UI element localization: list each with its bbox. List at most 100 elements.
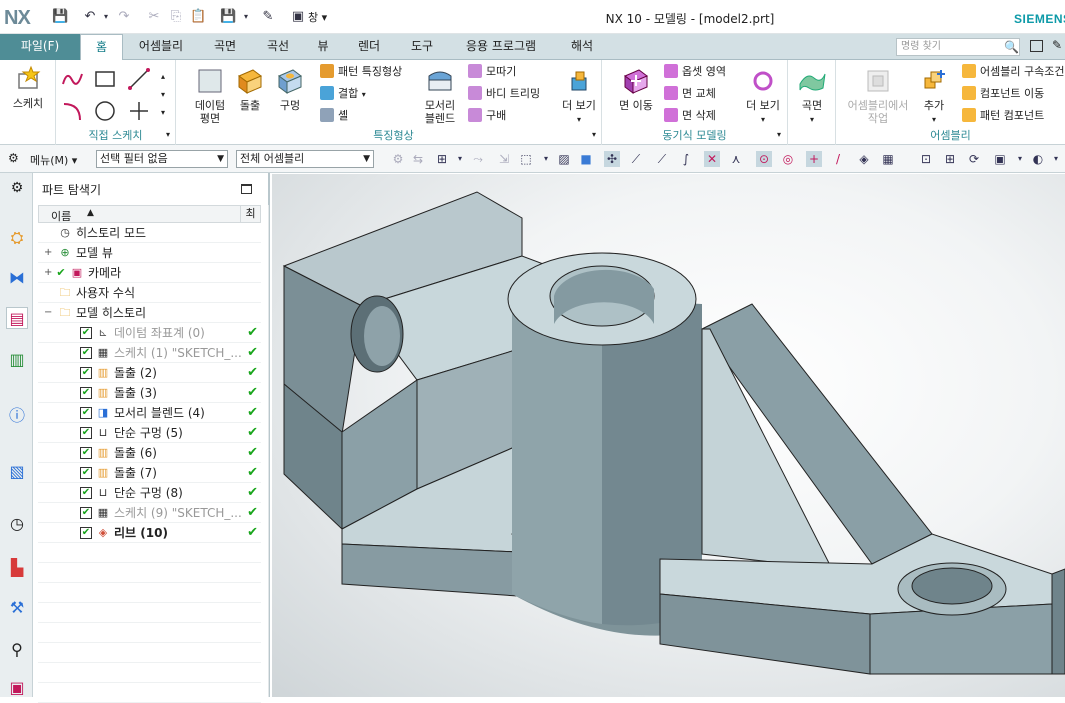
edit-icon[interactable]: ✎ bbox=[1052, 38, 1062, 52]
web-browser-icon[interactable]: ⓘ bbox=[6, 405, 28, 427]
tree-row[interactable]: ✔ ◨ 모서리 블렌드 (4) ✔ bbox=[38, 403, 261, 423]
pattern-feature-button[interactable]: 패턴 특징형상 bbox=[320, 62, 402, 82]
assembly-navigator-icon[interactable]: ⛭ bbox=[6, 227, 28, 249]
sort-ascending-icon[interactable]: ▲ bbox=[87, 208, 94, 218]
snap-bounded-grid-icon[interactable]: ▦ bbox=[880, 151, 896, 167]
menu-settings-icon[interactable]: ⚙ bbox=[8, 151, 19, 165]
snap-on-surface-icon[interactable]: ◈ bbox=[856, 151, 872, 167]
visibility-checkbox[interactable]: ✔ bbox=[80, 507, 92, 519]
hole-button[interactable]: 구멍 bbox=[266, 66, 314, 112]
visibility-checkbox[interactable]: ✔ bbox=[80, 327, 92, 339]
select-feature-icon[interactable]: ⚙ bbox=[390, 151, 406, 167]
cut-icon[interactable]: ✂ bbox=[146, 9, 162, 25]
snap-arc-center-icon[interactable]: ⋏ bbox=[728, 151, 744, 167]
zoom-icon[interactable]: ⊞ bbox=[942, 151, 958, 167]
tab-curve[interactable]: 곡선 bbox=[254, 34, 302, 60]
settings-icon[interactable]: ⚙ bbox=[6, 177, 28, 199]
snap-quadrant-icon[interactable]: ◎ bbox=[780, 151, 796, 167]
point-icon[interactable] bbox=[126, 98, 152, 124]
tab-surface[interactable]: 곡면 bbox=[200, 34, 250, 60]
assembly-constraints-button[interactable]: 어셈블리 구속조건 bbox=[962, 62, 1064, 82]
main-menu-button[interactable]: 메뉴(M) ▾ bbox=[30, 152, 77, 168]
expand-icon[interactable]: + bbox=[44, 243, 52, 263]
tree-row[interactable]: ✔ ▦ 스케치 (1) "SKETCH_... ✔ bbox=[38, 343, 261, 363]
command-search-input[interactable]: 명령 찾기 bbox=[896, 38, 1020, 56]
visibility-checkbox[interactable]: ✔ bbox=[80, 347, 92, 359]
visibility-checkbox[interactable]: ✔ bbox=[80, 427, 92, 439]
pattern-component-button[interactable]: 패턴 컴포넌트 bbox=[962, 106, 1044, 126]
visibility-checkbox[interactable]: ✔ bbox=[80, 407, 92, 419]
maximize-icon[interactable] bbox=[241, 184, 252, 194]
tab-view[interactable]: 뷰 bbox=[306, 34, 340, 60]
ribbon-options-icon[interactable] bbox=[1030, 40, 1043, 52]
tab-applications[interactable]: 응용 프로그램 bbox=[452, 34, 550, 60]
tree-row[interactable]: + ✔ ▣ 카메라 bbox=[38, 263, 261, 283]
snap-midpoint-icon[interactable]: ⟋ bbox=[654, 151, 670, 167]
gallery-scroll-icon[interactable]: ▴ ▾ ▾ bbox=[161, 68, 165, 122]
search-icon[interactable]: 🔍 bbox=[1004, 40, 1019, 54]
replace-face-button[interactable]: 면 교체 bbox=[664, 84, 716, 104]
sync-more-dropdown-icon[interactable]: ▾ bbox=[777, 130, 781, 139]
tab-file[interactable]: 파일(F) bbox=[0, 34, 80, 60]
undo-dropdown-icon[interactable]: ▾ bbox=[98, 9, 114, 25]
sketch-button[interactable]: 스케치 bbox=[4, 64, 52, 110]
surface-button[interactable]: 곡면 ▾ bbox=[788, 66, 836, 126]
snap-center-icon[interactable]: ⊙ bbox=[756, 151, 772, 167]
render-style-dropdown-icon[interactable]: ▾ bbox=[1048, 151, 1064, 167]
visibility-checkbox[interactable]: ✔ bbox=[80, 387, 92, 399]
undo-icon[interactable]: ↶ bbox=[82, 9, 98, 25]
sync-more-button[interactable]: 더 보기 ▾ bbox=[740, 66, 786, 126]
expand-icon[interactable]: + bbox=[44, 263, 52, 283]
tree-row[interactable]: ✔ ▥ 돌출 (6) ✔ bbox=[38, 443, 261, 463]
tab-tools[interactable]: 도구 bbox=[398, 34, 446, 60]
window-menu[interactable]: 창 ▾ bbox=[308, 9, 327, 25]
manufacturing-wizard-icon[interactable]: ⚒ bbox=[6, 597, 28, 619]
redo-icon[interactable]: ↷ bbox=[116, 9, 132, 25]
rectangle-icon[interactable] bbox=[92, 66, 118, 92]
snap-point-icon[interactable]: ✣ bbox=[604, 151, 620, 167]
part-model[interactable] bbox=[272, 174, 1065, 697]
tree-row[interactable]: 🗀 사용자 수식 bbox=[38, 283, 261, 303]
select-face-icon[interactable]: ⇆ bbox=[410, 151, 426, 167]
tree-row[interactable]: ✔ ⊔ 단순 구멍 (8) ✔ bbox=[38, 483, 261, 503]
visibility-checkbox[interactable]: ✔ bbox=[80, 487, 92, 499]
reuse-library-icon[interactable]: ▥ bbox=[6, 349, 28, 371]
tree-row[interactable]: ◷ 히스토리 모드 bbox=[38, 223, 261, 243]
profile-icon[interactable] bbox=[60, 66, 86, 92]
tree-row[interactable]: ✔ ◈ 리브 (10) ✔ bbox=[38, 523, 261, 543]
direct-sketch-more-icon[interactable]: ▾ bbox=[166, 130, 170, 139]
fit-view-icon[interactable]: ⊡ bbox=[918, 151, 934, 167]
select-rule-icon[interactable]: ⇲ bbox=[496, 151, 512, 167]
roles-icon[interactable]: ⚲ bbox=[6, 639, 28, 661]
body-trim-button[interactable]: 바디 트리밍 bbox=[468, 84, 540, 104]
chamfer-button[interactable]: 모따기 bbox=[468, 62, 516, 82]
collapse-icon[interactable]: − bbox=[44, 303, 52, 323]
part-navigator-icon[interactable]: ▤ bbox=[6, 307, 28, 329]
snap-on-curve-icon[interactable]: / bbox=[830, 151, 846, 167]
orient-view-icon[interactable]: ▣ bbox=[992, 151, 1008, 167]
paste-icon[interactable]: 📋 bbox=[190, 9, 206, 25]
circle-icon[interactable] bbox=[92, 98, 118, 124]
constraint-navigator-icon[interactable]: ⧓ bbox=[6, 267, 28, 289]
add-component-button[interactable]: 추가 ▾ bbox=[912, 66, 956, 126]
tree-row[interactable]: ✔ ▥ 돌출 (2) ✔ bbox=[38, 363, 261, 383]
orient-dropdown-icon[interactable]: ▾ bbox=[1012, 151, 1028, 167]
rectangle-select-icon[interactable]: ⬚ bbox=[518, 151, 534, 167]
tab-analysis[interactable]: 해석 bbox=[560, 34, 604, 60]
tree-row[interactable]: + ⊕ 모델 뷰 bbox=[38, 243, 261, 263]
visibility-checkbox[interactable]: ✔ bbox=[80, 527, 92, 539]
visibility-checkbox[interactable]: ✔ bbox=[80, 467, 92, 479]
render-style-icon[interactable]: ◐ bbox=[1030, 151, 1046, 167]
arc-icon[interactable] bbox=[60, 98, 86, 124]
delete-face-button[interactable]: 면 삭제 bbox=[664, 106, 716, 126]
repeat-command-icon[interactable]: ✎ bbox=[260, 9, 276, 25]
selection-filter-dropdown[interactable]: 선택 필터 없음 ▼ bbox=[96, 150, 228, 168]
feature-more-button[interactable]: 더 보기 ▾ bbox=[556, 66, 602, 126]
snap-existing-point-icon[interactable]: + bbox=[806, 151, 822, 167]
select-body-icon[interactable]: ▨ bbox=[556, 151, 572, 167]
snap-endpoint-icon[interactable]: ⟋ bbox=[628, 151, 644, 167]
selection-scope-dropdown[interactable]: 전체 어셈블리 ▼ bbox=[236, 150, 374, 168]
select-solid-icon[interactable]: ■ bbox=[578, 151, 594, 167]
visibility-checkbox[interactable]: ✔ bbox=[80, 367, 92, 379]
work-in-assembly-button[interactable]: 어셈블리에서 작업 bbox=[842, 66, 914, 125]
